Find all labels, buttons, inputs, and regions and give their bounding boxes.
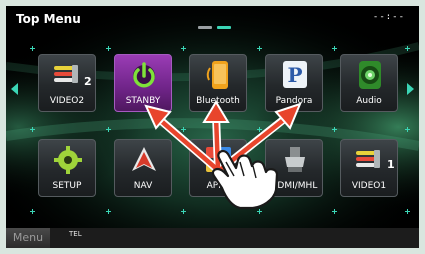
swipe-gesture-overlay: [144, 100, 302, 210]
hand-pointer-icon: [211, 149, 279, 210]
